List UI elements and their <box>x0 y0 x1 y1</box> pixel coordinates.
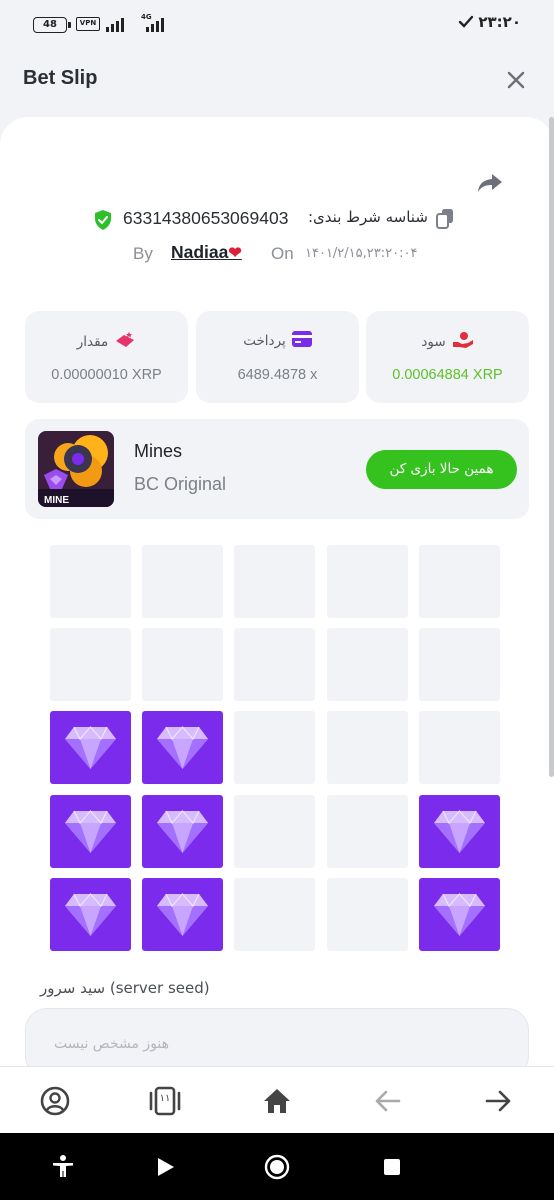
game-subtitle: BC Original <box>134 474 227 494</box>
mine-tile <box>418 628 500 702</box>
mine-tile <box>142 545 224 618</box>
server-seed-label: سید سرور (server seed) <box>40 979 210 997</box>
profit-title: سود <box>421 334 446 350</box>
amount-value: 0.00000010 XRP <box>51 367 162 383</box>
diamond-icon <box>157 809 209 853</box>
mines-game-icon: MINE <box>38 431 114 507</box>
bet-id-row: 63314380653069403 شناسه شرط بندی: <box>0 205 554 235</box>
diamond-icon <box>157 892 209 936</box>
forward-arrow-icon[interactable] <box>482 1085 514 1117</box>
tabs-button[interactable]: ۱۱ <box>148 1085 181 1117</box>
diamond-icon <box>157 726 209 770</box>
profile-icon[interactable] <box>39 1085 71 1117</box>
diamond-icon <box>433 809 485 853</box>
game-name: Mines <box>134 441 183 461</box>
mine-tile <box>326 877 408 951</box>
vpn-icon: VPN <box>76 17 100 31</box>
mine-tile-gem <box>142 794 224 868</box>
mine-tile-gem <box>50 711 131 785</box>
profit-stat: سود 0.00064884 XRP <box>366 311 529 403</box>
server-seed-placeholder: هنوز مشخص نیست <box>54 1036 170 1052</box>
bet-slip-card: 63314380653069403 شناسه شرط بندی: By Nad… <box>0 117 554 1067</box>
tabs-count: ۱۱ <box>159 1093 171 1104</box>
mine-tile-gem <box>142 711 224 785</box>
author-row: By Nadiaa❤ On ۱۴۰۱/۲/۱۵,۲۳:۲۰:۰۴ <box>0 239 554 269</box>
heart-icon: ❤ <box>228 245 242 262</box>
mine-tile-gem <box>418 877 500 951</box>
mine-tile <box>50 628 131 702</box>
bet-date: ۱۴۰۱/۲/۱۵,۲۳:۲۰:۰۴ <box>305 246 418 261</box>
mine-tile <box>326 545 408 618</box>
status-bar: 48 VPN 4G ۲۳:۲۰ <box>0 0 554 42</box>
game-card: MINE Mines BC Original همین حالا بازی کن <box>25 419 529 519</box>
share-icon[interactable] <box>475 168 505 198</box>
play-now-button[interactable]: همین حالا بازی کن <box>366 450 517 489</box>
recents-square-icon[interactable] <box>378 1153 406 1181</box>
amount-coins-icon <box>114 331 136 353</box>
mine-tile <box>50 545 131 618</box>
game-thumbnail[interactable]: MINE <box>38 431 114 507</box>
mine-tile <box>142 628 224 702</box>
home-circle-icon[interactable] <box>263 1153 291 1181</box>
signal-icon <box>146 18 164 32</box>
by-label: By <box>133 244 153 263</box>
diamond-icon <box>433 892 485 936</box>
profit-value: 0.00064884 XRP <box>392 367 503 383</box>
on-label: On <box>271 244 294 263</box>
payout-value: 6489.4878 x <box>237 367 318 383</box>
diamond-icon <box>65 892 116 936</box>
browser-bottom-bar: ۱۱ <box>0 1066 554 1133</box>
payout-stat: پرداخت 6489.4878 x <box>196 311 359 403</box>
home-icon[interactable] <box>261 1085 293 1117</box>
mines-grid <box>50 545 502 951</box>
play-icon[interactable] <box>151 1153 179 1181</box>
mine-tile-gem <box>50 877 131 951</box>
mine-tile <box>234 545 316 618</box>
game-thumb-label: MINE <box>44 495 69 506</box>
page-title: Bet Slip <box>23 67 98 89</box>
mine-tile <box>326 794 408 868</box>
profit-hand-icon <box>452 331 474 353</box>
signal-icon <box>106 18 124 32</box>
amount-title: مقدار <box>76 334 109 350</box>
bet-id-label: شناسه شرط بندی: <box>308 208 428 226</box>
server-seed-field[interactable]: هنوز مشخص نیست <box>25 1008 529 1067</box>
mine-tile-gem <box>142 877 224 951</box>
username-text: Nadiaa <box>171 242 229 262</box>
close-icon[interactable] <box>504 68 528 92</box>
header: Bet Slip <box>0 42 554 120</box>
bet-id-value: 63314380653069403 <box>123 208 289 228</box>
mine-tile <box>418 545 500 618</box>
amount-stat: مقدار 0.00000010 XRP <box>25 311 188 403</box>
mine-tile-gem <box>50 794 131 868</box>
back-arrow-icon[interactable] <box>372 1085 404 1117</box>
mine-tile <box>418 711 500 785</box>
battery-icon: 48 <box>33 17 71 33</box>
mine-tile <box>326 628 408 702</box>
verified-shield-icon <box>95 210 111 230</box>
payout-title: پرداخت <box>243 333 286 349</box>
diamond-icon <box>65 809 116 853</box>
diamond-icon <box>65 726 116 770</box>
system-navigation-bar <box>0 1133 554 1200</box>
mine-tile <box>234 794 316 868</box>
mine-tile <box>234 877 316 951</box>
copy-icon[interactable] <box>435 208 455 230</box>
mine-tile <box>234 628 316 702</box>
check-icon <box>458 15 474 28</box>
mine-tile-gem <box>418 794 500 868</box>
scrollbar[interactable] <box>549 117 554 777</box>
username-link[interactable]: Nadiaa❤ <box>171 242 242 263</box>
payment-card-icon <box>291 331 312 351</box>
mine-tile <box>234 711 316 785</box>
mine-tile <box>326 711 408 785</box>
accessibility-icon[interactable] <box>49 1153 77 1181</box>
clock: ۲۳:۲۰ <box>478 13 521 31</box>
